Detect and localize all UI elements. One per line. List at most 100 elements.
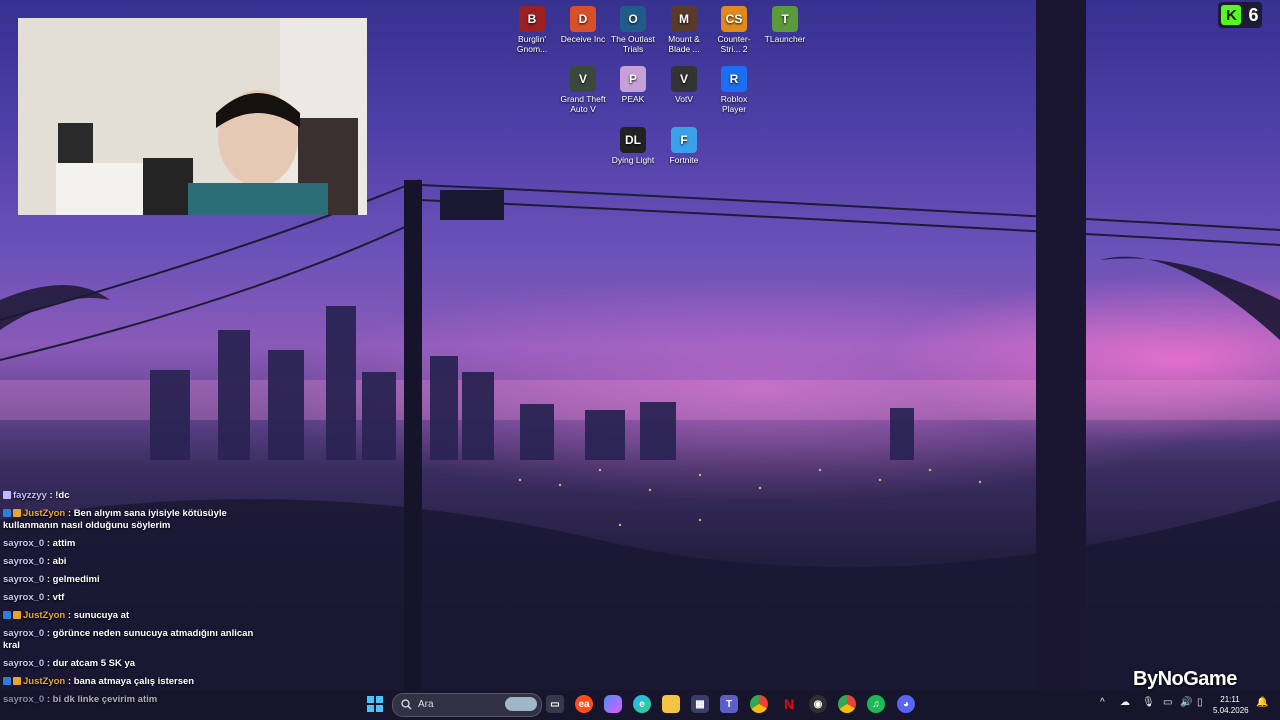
shortcut-label: The Outlast Trials — [611, 34, 655, 54]
user-badge-icon — [3, 611, 11, 619]
outlast-trials-shortcut[interactable]: O The Outlast Trials — [607, 6, 659, 54]
user-badge-icon — [3, 677, 11, 685]
kick-logo-icon: K — [1221, 5, 1242, 25]
shortcut-label: Dying Light — [611, 155, 655, 165]
shortcut-label: TLauncher — [764, 34, 806, 44]
network-icon[interactable]: ▭ — [1163, 697, 1172, 708]
chat-text: bana atmaya çalış istersen — [73, 676, 195, 687]
chat-message: sayrox_0 : dur atcam 5 SK ya — [3, 658, 136, 669]
clock-time: 21:11 — [1220, 695, 1240, 704]
shortcut-label: Counter-Stri... 2 — [717, 34, 751, 54]
onedrive-icon[interactable]: ☁ — [1120, 697, 1130, 708]
battery-icon[interactable]: ▯ — [1197, 697, 1203, 708]
search-placeholder: Ara — [418, 699, 434, 710]
shortcut-label: VotV — [675, 94, 693, 104]
webcam-video — [18, 18, 367, 215]
peak-icon: P — [620, 66, 646, 92]
burglin-gnomes-shortcut[interactable]: B Burglin' Gnom... — [506, 6, 558, 54]
obs-icon[interactable]: ◉ — [809, 695, 827, 713]
chrome-profile-icon[interactable] — [838, 695, 856, 713]
webcam-overlay — [18, 18, 367, 215]
discord-icon[interactable]: ◕ — [897, 695, 915, 713]
roblox-player-shortcut[interactable]: R Roblox Player — [708, 66, 760, 114]
chat-username: sayrox_0 — [3, 538, 45, 549]
shortcut-label: Roblox Player — [720, 94, 748, 114]
kick-viewer-counter: K 6 — [1218, 2, 1262, 28]
chat-username: fayzzyy — [13, 490, 47, 501]
chat-username: sayrox_0 — [3, 574, 45, 585]
dying-light-icon: DL — [620, 127, 646, 153]
microsoft-store-icon[interactable]: ▦ — [691, 695, 709, 713]
search-icon — [401, 699, 412, 710]
viewer-count: 6 — [1248, 4, 1259, 25]
chat-username: sayrox_0 — [3, 658, 45, 669]
gta-v-shortcut[interactable]: V Grand Theft Auto V — [557, 66, 609, 114]
fortnite-icon: F — [671, 127, 697, 153]
chat-username: JustZyon — [23, 610, 66, 621]
user-badge-icon — [3, 509, 11, 517]
chat-message: fayzzyy : !dc — [3, 490, 263, 502]
shortcut-label: Fortnite — [669, 155, 699, 165]
user-badge-icon — [3, 491, 11, 499]
chat-username: sayrox_0 — [3, 628, 45, 639]
chat-message: sayrox_0 : vtf — [3, 592, 65, 603]
chat-username: JustZyon — [23, 508, 66, 519]
mount-blade-icon: M — [671, 6, 697, 32]
microphone-icon[interactable]: 🎙 — [1142, 697, 1155, 708]
file-explorer-icon[interactable] — [662, 695, 680, 713]
notification-bell-icon[interactable]: 🔔 — [1256, 697, 1268, 708]
chat-username: sayrox_0 — [3, 592, 45, 603]
netflix-icon[interactable]: N — [780, 695, 798, 713]
chat-message: JustZyon : Ben alıyım sana iyisiyle kötü… — [3, 508, 227, 531]
chat-username: JustZyon — [23, 676, 66, 687]
peak-shortcut[interactable]: P PEAK — [607, 66, 659, 104]
chat-username: sayrox_0 — [3, 556, 45, 567]
ea-app-icon[interactable]: ea — [575, 695, 593, 713]
gta-v-icon: V — [570, 66, 596, 92]
shortcut-label: Burglin' Gnom... — [516, 34, 548, 54]
subscriber-badge-icon — [13, 509, 21, 517]
chat-message: sayrox_0 : attim — [3, 538, 76, 549]
chat-text: abi — [52, 556, 67, 567]
shortcut-label: Grand Theft Auto V — [560, 94, 606, 114]
chat-text: sunucuya at — [73, 610, 130, 621]
chat-message: sayrox_0 : gelmedimi — [3, 574, 100, 585]
tray-overflow-chevron-icon[interactable]: ^ — [1100, 697, 1105, 708]
shortcut-label: Deceive Inc — [560, 34, 606, 44]
outlast-trials-icon: O — [620, 6, 646, 32]
taskbar-search-box[interactable]: Ara — [392, 693, 542, 717]
mount-blade-shortcut[interactable]: M Mount & Blade ... — [658, 6, 710, 54]
roblox-player-icon: R — [721, 66, 747, 92]
clock-date: 5.04.2026 — [1213, 706, 1249, 715]
task-view-icon[interactable]: ▭ — [546, 695, 564, 713]
dying-light-shortcut[interactable]: DL Dying Light — [607, 127, 659, 165]
burglin-gnomes-icon: B — [519, 6, 545, 32]
windows-start-icon[interactable] — [366, 695, 384, 713]
edge-icon[interactable]: e — [633, 695, 651, 713]
counter-strike-icon: CS — [721, 6, 747, 32]
fortnite-shortcut[interactable]: F Fortnite — [658, 127, 710, 165]
counter-strike-shortcut[interactable]: CS Counter-Stri... 2 — [708, 6, 760, 54]
chat-text: !dc — [55, 490, 70, 501]
chat-text: attim — [52, 538, 76, 549]
search-highlight-icon — [505, 697, 537, 711]
votv-icon: V — [671, 66, 697, 92]
deceive-inc-shortcut[interactable]: D Deceive Inc — [557, 6, 609, 44]
votv-shortcut[interactable]: V VotV — [658, 66, 710, 104]
bynogame-watermark: ByNoGame — [1133, 668, 1237, 690]
volume-icon[interactable]: 🔊 — [1180, 697, 1192, 708]
copilot-icon[interactable] — [604, 695, 622, 713]
chat-message: JustZyon : bana atmaya çalış istersen — [3, 676, 263, 688]
spotify-icon[interactable]: ♫ — [867, 695, 885, 713]
teams-icon[interactable]: T — [720, 695, 738, 713]
tlauncher-icon: T — [772, 6, 798, 32]
chat-overlay: fayzzyy : !dc JustZyon : Ben alıyım sana… — [3, 490, 263, 712]
chat-text: dur atcam 5 SK ya — [52, 658, 136, 669]
chat-message: sayrox_0 : görünce neden sunucuya atmadı… — [3, 628, 254, 651]
chat-message: JustZyon : sunucuya at — [3, 610, 263, 622]
chrome-icon[interactable] — [750, 695, 768, 713]
subscriber-badge-icon — [13, 611, 21, 619]
system-clock[interactable]: 21:11 5.04.2026 — [1213, 694, 1249, 716]
chat-message: sayrox_0 : abi — [3, 556, 67, 567]
tlauncher-shortcut[interactable]: T TLauncher — [759, 6, 811, 44]
